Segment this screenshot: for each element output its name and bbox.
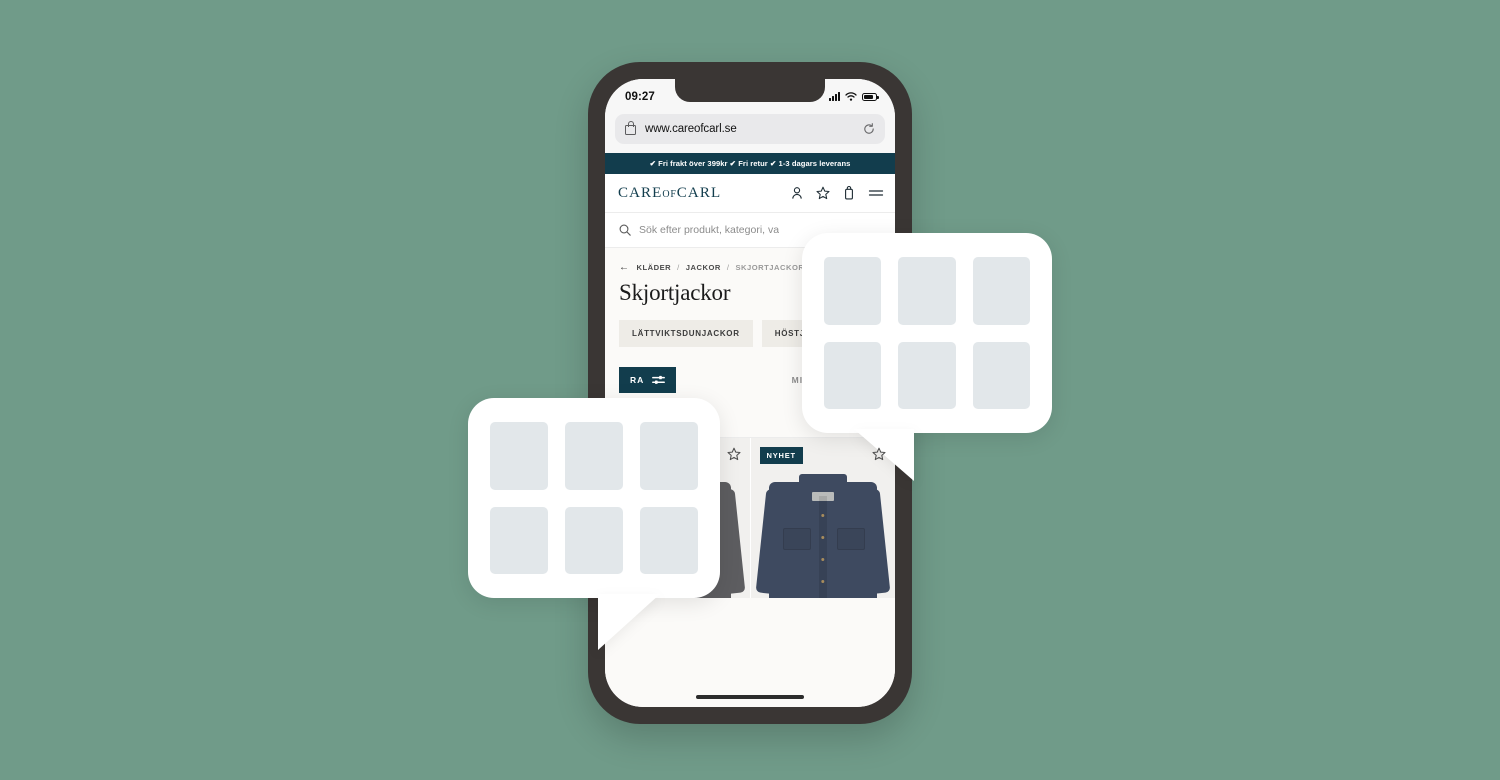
breadcrumb-separator: / <box>677 263 680 272</box>
placeholder-tile <box>898 341 956 409</box>
right-grid-bubble <box>802 233 1052 481</box>
bubble-tail <box>598 594 660 650</box>
filter-button[interactable]: RA <box>619 367 677 393</box>
placeholder-tile <box>898 257 956 325</box>
left-grid-bubble <box>468 398 720 650</box>
placeholder-tile <box>490 422 548 490</box>
favorites-star-icon[interactable] <box>816 186 830 200</box>
home-indicator <box>696 695 804 699</box>
search-icon <box>619 224 631 236</box>
status-badge: NYHET <box>759 447 803 464</box>
breadcrumb-back-arrow[interactable]: ← <box>619 262 630 273</box>
brand-logo[interactable]: CAREOFCARL <box>618 185 721 202</box>
placeholder-tile <box>640 506 698 574</box>
breadcrumb-separator-2: / <box>726 263 730 272</box>
logo-carl: CARL <box>676 184 722 201</box>
lock-icon <box>625 120 636 135</box>
placeholder-tile <box>824 257 882 325</box>
address-bar[interactable]: www.careofcarl.se <box>615 114 885 144</box>
url-text: www.careofcarl.se <box>645 123 737 135</box>
placeholder-tile <box>640 422 698 490</box>
placeholder-tile <box>824 341 882 409</box>
logo-of: OF <box>662 188 677 200</box>
category-chip-lattviktsdunjackor[interactable]: LÄTTVIKTSDUNJACKOR <box>619 320 753 347</box>
phone-notch <box>675 79 825 102</box>
status-icon-group <box>829 88 879 106</box>
header-icon-group <box>790 186 884 200</box>
breadcrumb-item-klader[interactable]: KLÄDER <box>637 263 672 272</box>
cellular-signal-icon <box>829 92 840 101</box>
account-icon[interactable] <box>790 186 804 200</box>
breadcrumb-item-jackor[interactable]: JACKOR <box>686 263 721 272</box>
favorite-star-icon[interactable] <box>726 447 741 461</box>
placeholder-tile <box>490 506 548 574</box>
reload-icon[interactable] <box>863 123 875 135</box>
hamburger-menu-icon[interactable] <box>868 186 884 200</box>
status-time: 09:27 <box>625 90 655 103</box>
promo-banner: ✔ Fri frakt över 399kr ✔ Fri retur ✔ 1-3… <box>605 153 895 174</box>
site-header: CAREOFCARL <box>605 174 895 213</box>
filter-button-label: RA <box>630 375 645 385</box>
logo-care: CARE <box>618 184 663 201</box>
sliders-icon <box>652 375 666 385</box>
battery-icon <box>862 92 879 101</box>
favorite-star-icon[interactable] <box>872 447 886 461</box>
canvas-background: 09:27 www.careofcarl.se ✔ Fri frakt över… <box>0 0 1500 780</box>
breadcrumb-item-skjortjackor: SKJORTJACKOR <box>735 263 805 272</box>
search-input-placeholder: Sök efter produkt, kategori, va <box>639 224 780 236</box>
placeholder-tile <box>972 341 1030 409</box>
placeholder-tile <box>565 422 623 490</box>
browser-chrome: www.careofcarl.se <box>605 109 895 153</box>
placeholder-tile <box>972 257 1030 325</box>
bubble-tile-grid <box>490 422 698 574</box>
bubble-tile-grid <box>824 257 1030 409</box>
cart-bag-icon[interactable] <box>842 186 856 200</box>
wifi-icon <box>845 88 857 106</box>
placeholder-tile <box>565 506 623 574</box>
